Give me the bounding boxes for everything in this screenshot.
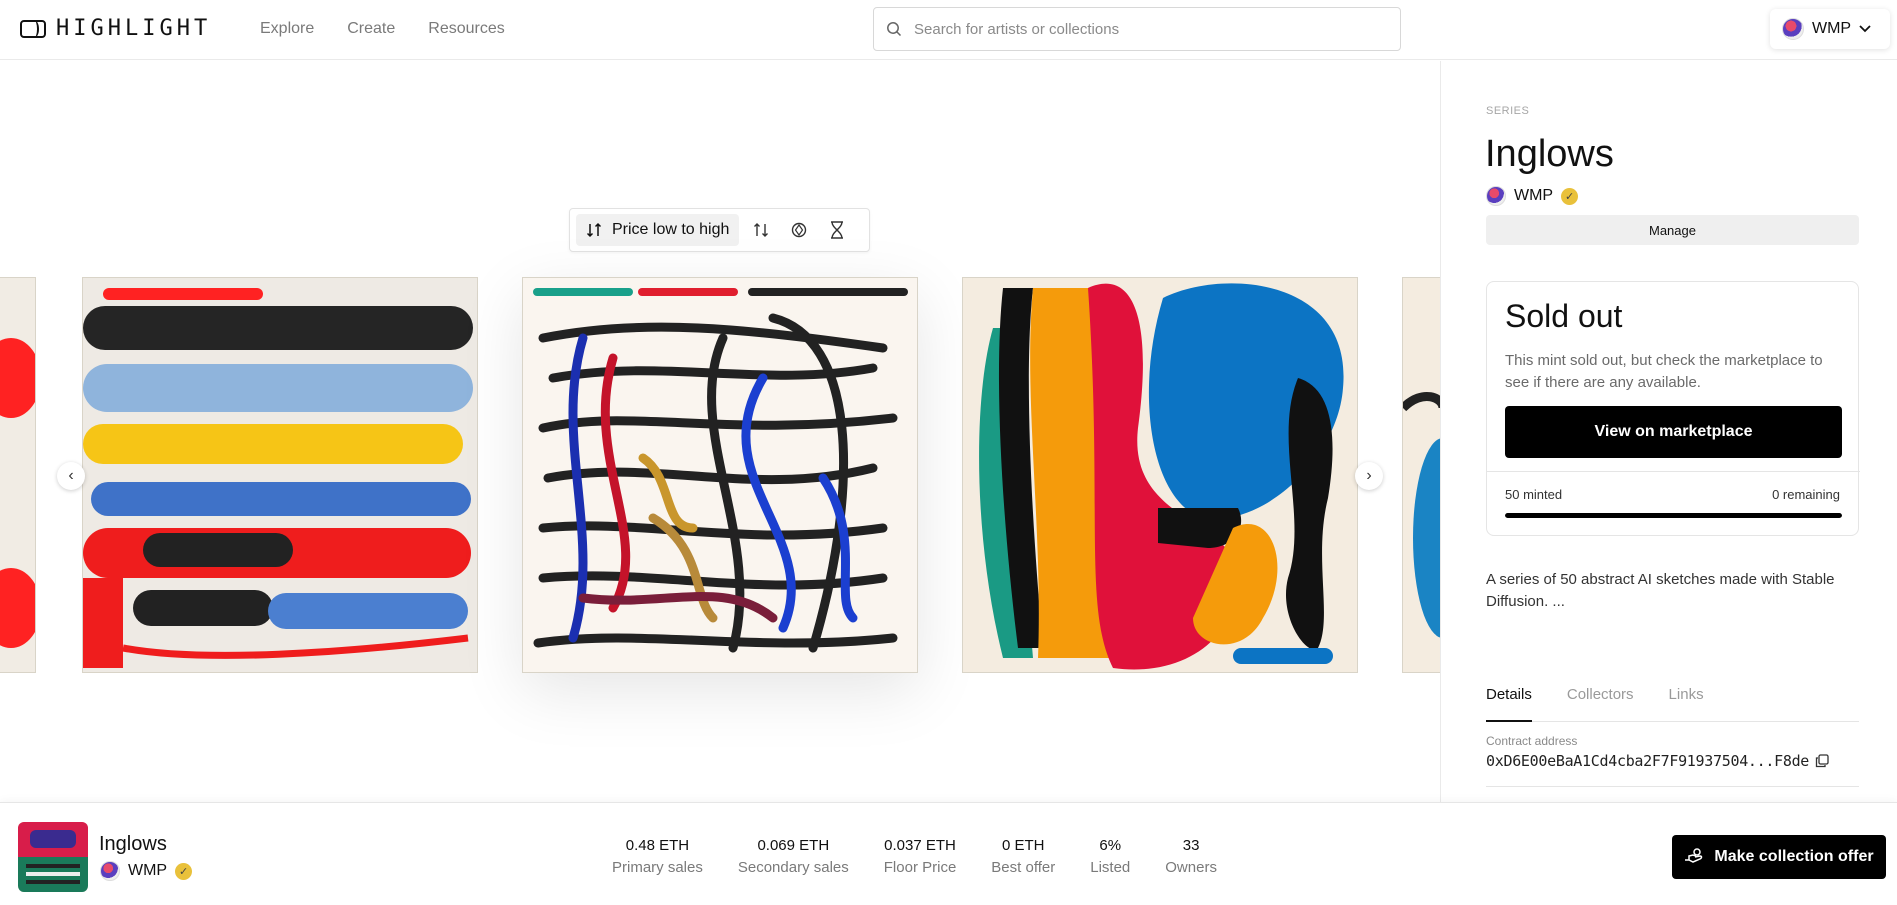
collection-title: Inglows <box>1485 133 1614 175</box>
chevron-right-icon: › <box>1366 467 1372 484</box>
contract-address-label: Contract address <box>1486 734 1578 748</box>
creator-link[interactable]: WMP ✓ <box>1486 186 1579 206</box>
divider <box>1487 471 1860 472</box>
creator-name: WMP <box>1514 187 1554 204</box>
carousel-next-button[interactable]: › <box>1355 462 1383 490</box>
manage-button[interactable]: Manage <box>1486 215 1859 245</box>
sort-toolbar: Price low to high <box>569 208 870 252</box>
nav-create[interactable]: Create <box>347 20 395 38</box>
carousel-prev-button[interactable]: ‹ <box>57 462 85 490</box>
stat-value: 0.037 ETH <box>884 837 956 854</box>
collection-name: Inglows <box>99 833 167 855</box>
logo-icon <box>20 19 46 38</box>
mint-status-card: Sold out This mint sold out, but check t… <box>1486 281 1860 536</box>
view-marketplace-button[interactable]: View on marketplace <box>1505 406 1842 458</box>
tab-links[interactable]: Links <box>1669 686 1704 722</box>
detail-tabs: Details Collectors Links <box>1486 686 1859 722</box>
stat-value: 0.069 ETH <box>757 837 830 854</box>
artwork-card-selected[interactable] <box>522 277 918 673</box>
collection-thumbnail[interactable] <box>18 822 88 892</box>
artwork-card[interactable] <box>82 277 478 673</box>
collection-stats: 0.48 ETH Primary sales 0.069 ETH Seconda… <box>612 837 1217 876</box>
user-name: WMP <box>1812 20 1852 37</box>
stat-value: 0.48 ETH <box>625 837 690 854</box>
creator-name: WMP <box>128 862 168 879</box>
collection-sidebar: SERIES Inglows WMP ✓ Manage Sold out Thi… <box>1440 61 1897 802</box>
creator-link[interactable]: WMP ✓ <box>100 861 193 881</box>
stat-primary-sales: 0.48 ETH Primary sales <box>612 837 703 876</box>
divider <box>1486 786 1859 787</box>
artwork-card[interactable] <box>962 277 1358 673</box>
search-box[interactable] <box>873 7 1401 51</box>
chevron-left-icon: ‹ <box>68 467 74 484</box>
copy-icon[interactable] <box>1815 754 1829 768</box>
tab-collectors[interactable]: Collectors <box>1567 686 1634 722</box>
sort-direction-icon[interactable] <box>745 214 777 246</box>
stat-value: 33 <box>1182 837 1200 854</box>
remaining-count: 0 remaining <box>1772 487 1840 502</box>
user-avatar <box>1782 18 1804 40</box>
sort-select[interactable]: Price low to high <box>576 214 740 246</box>
user-menu-button[interactable]: WMP <box>1770 9 1890 49</box>
tab-details[interactable]: Details <box>1486 686 1532 722</box>
artwork-card-partial-right[interactable] <box>1402 277 1440 673</box>
logo-text: HIGHLIGHT <box>56 16 212 41</box>
stat-floor-price: 0.037 ETH Floor Price <box>884 837 957 876</box>
search-input[interactable] <box>914 20 1374 38</box>
chevron-down-icon <box>1859 25 1871 33</box>
stat-label: Secondary sales <box>737 859 849 876</box>
creator-avatar <box>100 861 120 881</box>
artwork-card-partial-left[interactable] <box>0 277 36 673</box>
nav-explore[interactable]: Explore <box>260 20 314 38</box>
stat-owners: 33 Owners <box>1165 837 1217 876</box>
contract-address: 0xD6E00eBaA1Cd4cba2F7F91937504...F8de <box>1486 752 1829 770</box>
verified-badge-icon: ✓ <box>175 862 193 880</box>
stat-value: 0 ETH <box>1002 837 1045 854</box>
sort-label: Price low to high <box>612 221 730 238</box>
contract-address-value: 0xD6E00eBaA1Cd4cba2F7F91937504...F8de <box>1486 752 1810 770</box>
nav-resources[interactable]: Resources <box>428 20 504 38</box>
stat-listed: 6% Listed <box>1090 837 1130 876</box>
stat-value: 6% <box>1099 837 1122 854</box>
mint-status-note: This mint sold out, but check the market… <box>1505 352 1823 391</box>
series-label: SERIES <box>1486 105 1530 117</box>
collection-stats-bar: Inglows WMP ✓ 0.48 ETH Primary sales 0.0… <box>0 802 1897 905</box>
search-icon <box>887 22 902 37</box>
offer-label: Make collection offer <box>1714 848 1874 865</box>
top-navigation: HIGHLIGHT Explore Create Resources WMP <box>0 0 1897 60</box>
stat-best-offer: 0 ETH Best offer <box>991 837 1055 876</box>
mint-progress-fill <box>1505 513 1842 518</box>
artwork-gallery: Price low to high ‹ › <box>0 61 1440 802</box>
sort-icon <box>586 222 602 238</box>
stat-label: Owners <box>1165 859 1217 876</box>
stat-label: Floor Price <box>883 859 957 876</box>
stat-label: Listed <box>1090 859 1131 876</box>
hourglass-icon[interactable] <box>821 214 853 246</box>
creator-avatar <box>1486 186 1506 206</box>
main-nav: Explore Create Resources <box>260 20 505 38</box>
make-collection-offer-button[interactable]: Make collection offer <box>1672 835 1886 879</box>
highlight-logo[interactable]: HIGHLIGHT <box>20 16 211 41</box>
verified-badge-icon: ✓ <box>1561 187 1579 205</box>
stat-label: Primary sales <box>612 859 703 876</box>
minted-count: 50 minted <box>1505 487 1563 502</box>
offer-hand-icon <box>1685 848 1703 863</box>
collection-description: A series of 50 abstract AI sketches made… <box>1486 571 1835 610</box>
chain-filter-icon[interactable] <box>783 214 815 246</box>
stat-label: Best offer <box>991 859 1056 876</box>
mint-progress-bar <box>1505 513 1842 518</box>
mint-status-title: Sold out <box>1505 298 1623 334</box>
stat-secondary-sales: 0.069 ETH Secondary sales <box>738 837 849 876</box>
